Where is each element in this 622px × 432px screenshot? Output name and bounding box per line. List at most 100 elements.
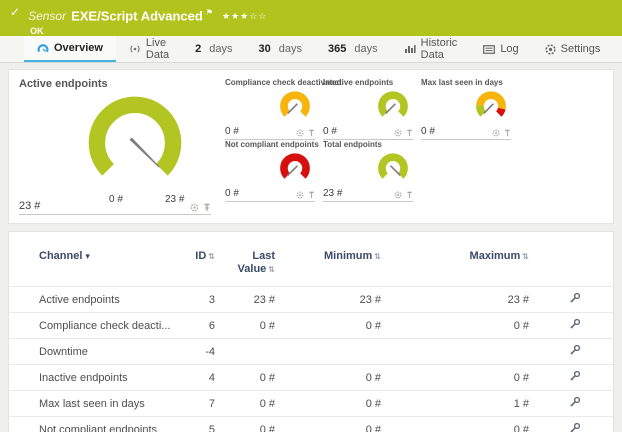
gauge-current-value: 23 # [323, 188, 342, 199]
pin-icon[interactable] [406, 129, 413, 137]
log-icon [483, 45, 495, 54]
tab-2-days[interactable]: 2days [182, 36, 245, 62]
edit-channel-icon[interactable] [569, 396, 581, 408]
overview-content: Active endpoints 0 # 23 # 23 # [0, 63, 622, 432]
column-header-maximum[interactable]: Maximum⇅ [389, 242, 537, 287]
channel-last-value: 0 # [223, 417, 283, 432]
gauge-widget-not-compliant-endpoints: Not compliant endpoints 0 # [225, 140, 315, 202]
column-header-actions [537, 242, 613, 287]
status-badge: OK [30, 26, 267, 36]
gauge-current-value: 23 # [19, 200, 40, 212]
gauge-title: Inactive endpoints [323, 78, 413, 87]
gauge-widget-max-last-seen: Max last seen in days 0 # [421, 78, 511, 140]
column-header-last-value[interactable]: Last Value⇅ [223, 242, 283, 287]
tab-365-days[interactable]: 365days [315, 36, 391, 62]
small-gauges-grid: Compliance check deactivated 0 # [225, 78, 603, 215]
tab-bar: Overview Live Data 2days 30days 365days … [0, 36, 622, 63]
table-row[interactable]: Downtime -4 [9, 339, 613, 365]
gear-icon[interactable] [394, 191, 402, 199]
gear-icon[interactable] [190, 203, 199, 212]
gauge-title: Total endpoints [323, 140, 413, 149]
page-title: EXE/Script Advanced [71, 8, 203, 23]
table-row[interactable]: Not compliant endpoints 5 0 # 0 # 0 # [9, 417, 613, 432]
max-last-seen-gauge [474, 89, 508, 120]
table-row[interactable]: Active endpoints 3 23 # 23 # 23 # [9, 287, 613, 313]
channel-id: 4 [179, 365, 223, 391]
channel-minimum [283, 339, 389, 365]
edit-channel-icon[interactable] [569, 422, 581, 432]
channels-table-panel: Channel▾ ID⇅ Last Value⇅ Minimum⇅ Maximu… [8, 231, 614, 432]
channel-id: 6 [179, 313, 223, 339]
gauge-title: Compliance check deactivated [225, 78, 315, 87]
pin-icon[interactable] [308, 129, 315, 137]
channel-last-value: 0 # [223, 313, 283, 339]
channel-maximum: 1 # [389, 391, 537, 417]
column-header-channel[interactable]: Channel▾ [9, 242, 179, 287]
edit-channel-icon[interactable] [569, 344, 581, 356]
channel-last-value: 0 # [223, 365, 283, 391]
tab-30-days[interactable]: 30days [246, 36, 316, 62]
total-endpoints-gauge [376, 151, 410, 182]
channel-id: -4 [179, 339, 223, 365]
tab-live-data[interactable]: Live Data [116, 36, 182, 62]
pin-icon[interactable] [203, 203, 211, 212]
gear-icon[interactable] [296, 191, 304, 199]
active-endpoints-gauge [83, 91, 187, 181]
gauge-needle [288, 166, 298, 176]
table-row[interactable]: Max last seen in days 7 0 # 0 # 1 # [9, 391, 613, 417]
edit-channel-icon[interactable] [569, 318, 581, 330]
gauge-title: Max last seen in days [421, 78, 511, 87]
flag-icon[interactable]: ⚑ [206, 8, 213, 17]
channel-name[interactable]: Inactive endpoints [9, 365, 179, 391]
table-row[interactable]: Compliance check deacti... 6 0 # 0 # 0 # [9, 313, 613, 339]
sort-icon: ⇅ [268, 265, 275, 274]
not-compliant-gauge [278, 151, 312, 182]
channel-name[interactable]: Active endpoints [9, 287, 179, 313]
sort-icon: ⇅ [208, 252, 215, 261]
channel-name[interactable]: Compliance check deacti... [9, 313, 179, 339]
channel-name[interactable]: Max last seen in days [9, 391, 179, 417]
channel-maximum: 0 # [389, 365, 537, 391]
gauge-icon [37, 43, 49, 54]
gauge-current-value: 0 # [225, 188, 239, 199]
pin-icon[interactable] [308, 191, 315, 199]
sort-icon: ⇅ [374, 252, 381, 261]
gear-icon [545, 44, 556, 55]
column-header-id[interactable]: ID⇅ [179, 242, 223, 287]
tab-historic-data[interactable]: Historic Data [391, 36, 471, 62]
gear-icon[interactable] [296, 129, 304, 137]
edit-channel-icon[interactable] [569, 292, 581, 304]
channel-minimum: 0 # [283, 391, 389, 417]
gauge-widget-active-endpoints: Active endpoints 0 # 23 # 23 # [19, 78, 211, 215]
channel-last-value [223, 339, 283, 365]
priority-stars[interactable]: ★★★☆☆ [222, 11, 267, 21]
channel-last-value: 0 # [223, 391, 283, 417]
pin-icon[interactable] [504, 129, 511, 137]
channel-id: 5 [179, 417, 223, 432]
channel-name[interactable]: Not compliant endpoints [9, 417, 179, 432]
gear-icon[interactable] [394, 129, 402, 137]
compliance-check-gauge [278, 89, 312, 120]
gauge-widget-inactive-endpoints: Inactive endpoints 0 # [323, 78, 413, 140]
gauge-widget-compliance-check-deactivated: Compliance check deactivated 0 # [225, 78, 315, 140]
gear-icon[interactable] [492, 129, 500, 137]
sensor-header: ✓ SensorEXE/Script Advanced⚑★★★☆☆ OK [0, 0, 622, 36]
tab-settings[interactable]: Settings [532, 36, 614, 62]
signal-icon [129, 44, 141, 54]
channel-name[interactable]: Downtime [9, 339, 179, 365]
tab-log[interactable]: Log [470, 36, 531, 62]
gauge-widget-total-endpoints: Total endpoints 23 # [323, 140, 413, 202]
gauge-title: Active endpoints [19, 78, 211, 90]
gauge-current-value: 0 # [421, 126, 435, 137]
sort-desc-icon: ▾ [85, 251, 90, 261]
tab-overview[interactable]: Overview [24, 36, 116, 62]
inactive-endpoints-gauge [376, 89, 410, 120]
edit-channel-icon[interactable] [569, 370, 581, 382]
channel-maximum: 23 # [389, 287, 537, 313]
channel-maximum: 0 # [389, 313, 537, 339]
column-header-minimum[interactable]: Minimum⇅ [283, 242, 389, 287]
pin-icon[interactable] [406, 191, 413, 199]
object-kind-label: Sensor [28, 9, 66, 23]
bar-chart-icon [404, 44, 416, 54]
table-row[interactable]: Inactive endpoints 4 0 # 0 # 0 # [9, 365, 613, 391]
